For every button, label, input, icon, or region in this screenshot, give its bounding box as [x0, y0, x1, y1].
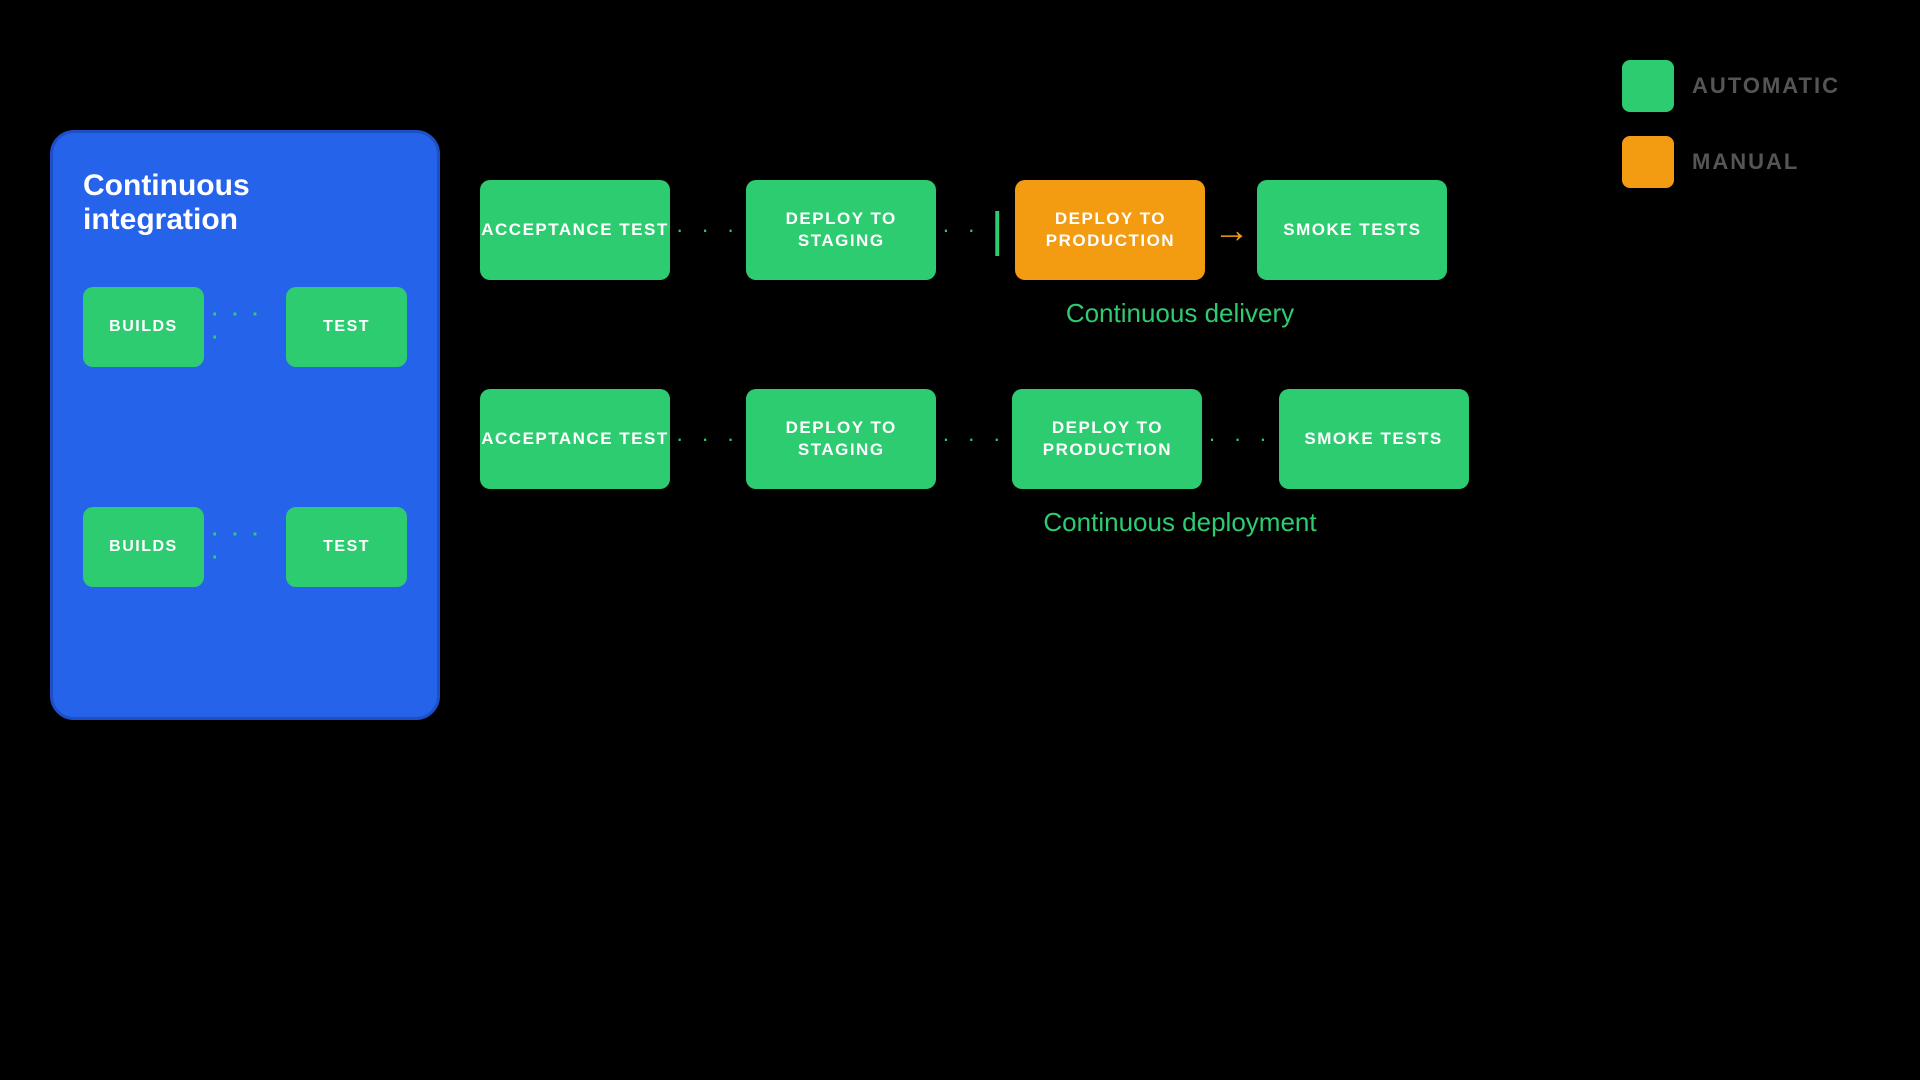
delivery-dots-2: · ·: [942, 217, 981, 243]
delivery-smoke-tests: SMOKE TESTS: [1257, 180, 1447, 280]
delivery-dots-1: · · ·: [676, 217, 740, 243]
deployment-label: Continuous deployment: [480, 507, 1880, 538]
legend-automatic: AUTOMATIC: [1622, 60, 1840, 112]
ci-row-deployment: BUILDS · · · · TEST: [83, 507, 407, 587]
deployment-smoke-tests: SMOKE TESTS: [1279, 389, 1469, 489]
automatic-color-box: [1622, 60, 1674, 112]
ci-test-deployment: TEST: [286, 507, 407, 587]
ci-row-delivery: BUILDS · · · · TEST: [83, 287, 407, 367]
ci-builds-deployment: BUILDS: [83, 507, 204, 587]
delivery-deploy-staging: DEPLOY TO STAGING: [746, 180, 936, 280]
delivery-acceptance-test: ACCEPTANCE TEST: [480, 180, 670, 280]
delivery-deploy-production: DEPLOY TO PRODUCTION: [1015, 180, 1205, 280]
deployment-dots-3: · · ·: [1208, 426, 1272, 452]
pipelines-area: ACCEPTANCE TEST · · · DEPLOY TO STAGING …: [480, 130, 1880, 598]
deployment-pipeline: ACCEPTANCE TEST · · · DEPLOY TO STAGING …: [480, 389, 1880, 538]
delivery-separator: |: [991, 203, 1003, 258]
deployment-dots-1: · · ·: [676, 426, 740, 452]
deployment-dots-2: · · ·: [942, 426, 1006, 452]
automatic-label: AUTOMATIC: [1692, 73, 1840, 99]
deployment-acceptance-test: ACCEPTANCE TEST: [480, 389, 670, 489]
delivery-arrow: →: [1213, 209, 1249, 251]
deployment-deploy-staging: DEPLOY TO STAGING: [746, 389, 936, 489]
delivery-row: ACCEPTANCE TEST · · · DEPLOY TO STAGING …: [480, 180, 1880, 280]
deployment-row: ACCEPTANCE TEST · · · DEPLOY TO STAGING …: [480, 389, 1880, 489]
delivery-label: Continuous delivery: [480, 298, 1880, 329]
connector-dots-1: · · · ·: [212, 304, 278, 350]
ci-container: Continuous integration BUILDS · · · · TE…: [50, 130, 440, 720]
connector-dots-2: · · · ·: [212, 524, 278, 570]
ci-title: Continuous integration: [83, 169, 407, 237]
ci-builds-delivery: BUILDS: [83, 287, 204, 367]
deployment-deploy-production: DEPLOY TO PRODUCTION: [1012, 389, 1202, 489]
ci-test-delivery: TEST: [286, 287, 407, 367]
delivery-pipeline: ACCEPTANCE TEST · · · DEPLOY TO STAGING …: [480, 180, 1880, 329]
